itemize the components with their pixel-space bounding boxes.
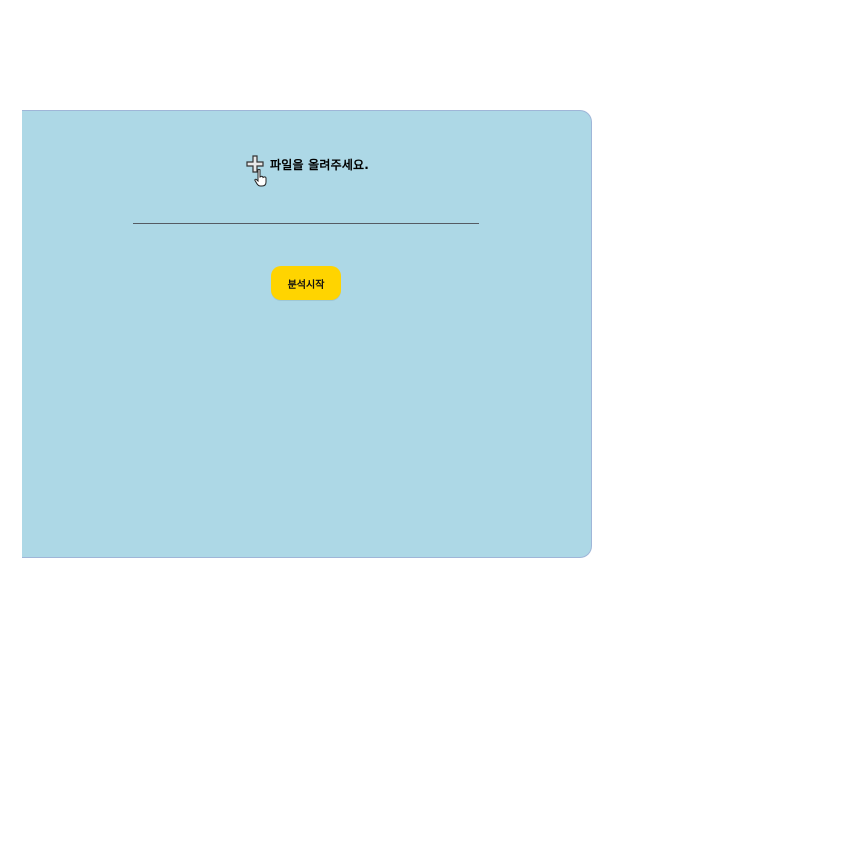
- file-upload-trigger[interactable]: 파일을 올려주세요.: [246, 153, 369, 187]
- upload-label[interactable]: 파일을 올려주세요.: [270, 156, 369, 173]
- plus-icon[interactable]: [246, 155, 267, 187]
- file-name-underline: [133, 223, 479, 224]
- start-analysis-button[interactable]: 분석시작: [271, 266, 341, 300]
- upload-panel: 파일을 올려주세요. 분석시작: [22, 110, 592, 558]
- hand-cursor-icon: [254, 169, 267, 187]
